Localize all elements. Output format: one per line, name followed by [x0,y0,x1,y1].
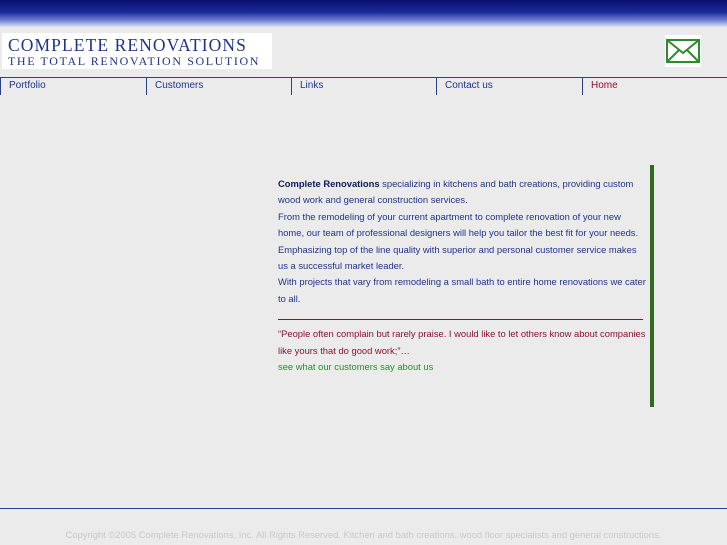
intro-paragraph: Complete Renovations specializing in kit… [278,176,648,209]
content-side-bar [650,165,654,407]
paragraph-quality: Emphasizing top of the line quality with… [278,243,637,272]
main-nav: Portfolio Customers Links Contact us Hom… [0,77,727,95]
nav-customers[interactable]: Customers [146,78,291,95]
company-name: Complete Renovations [278,178,380,189]
logo-tagline: THE TOTAL RENOVATION SOLUTION [8,54,260,68]
logo-title: COMPLETE RENOVATIONS [8,35,247,55]
envelope-icon [666,39,700,63]
nav-portfolio[interactable]: Portfolio [0,78,146,95]
paragraph-remodeling: From the remodeling of your current apar… [278,210,639,239]
top-gradient-bar [0,0,727,27]
email-button[interactable] [665,35,701,67]
nav-home[interactable]: Home [582,78,727,95]
main-content: Complete Renovations specializing in kit… [278,176,648,375]
site-logo[interactable]: COMPLETE RENOVATIONS THE TOTAL RENOVATIO… [2,33,272,69]
footer-copyright: Copyright ©2005 Complete Renovations, In… [65,529,662,540]
nav-contact-us[interactable]: Contact us [436,78,582,95]
content-divider [278,319,643,321]
customers-link[interactable]: see what our customers say about us [278,359,648,375]
nav-links[interactable]: Links [291,78,436,95]
footer-divider [0,508,727,509]
customer-quote: “People often complain but rarely praise… [278,328,646,356]
paragraph-projects: With projects that vary from remodeling … [278,276,646,304]
